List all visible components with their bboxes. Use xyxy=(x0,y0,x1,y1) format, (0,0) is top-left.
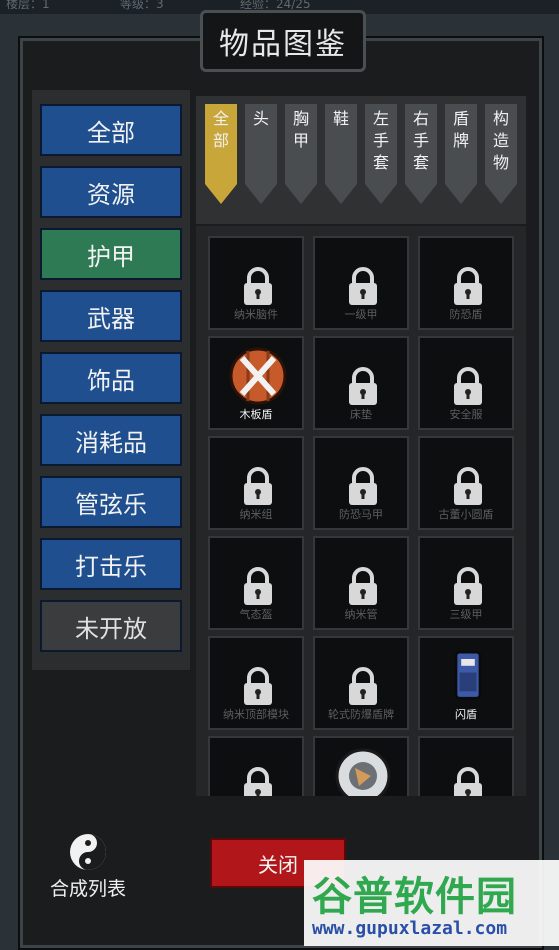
item-name: 床垫 xyxy=(350,408,372,421)
item-cell[interactable]: 三级甲 xyxy=(418,536,514,630)
category-button[interactable]: 未开放 xyxy=(40,600,182,652)
lock-icon xyxy=(240,466,276,506)
watermark-logo: 谷普软件园 www.gupuxlazal.com xyxy=(304,860,559,946)
panel-title: 物品图鉴 xyxy=(219,27,347,62)
slot-tab[interactable]: 左 手 套 xyxy=(365,104,397,204)
item-name: 防恐马甲 xyxy=(339,508,383,521)
item-grid[interactable]: 纳米脑件 一级甲 防恐盾木板盾 床垫 安全服纳米组 防恐马甲 古董小圆盾气态盔 纳米管 三级甲纳… xyxy=(196,226,526,796)
category-button[interactable]: 武器 xyxy=(40,290,182,342)
slot-tab[interactable]: 鞋 xyxy=(325,104,357,204)
category-button[interactable]: 护甲 xyxy=(40,228,182,280)
watermark-title: 谷普软件园 xyxy=(312,874,517,920)
item-cell[interactable]: 纳米脑件 xyxy=(208,236,304,330)
item-cell[interactable]: 闪盾 xyxy=(418,636,514,730)
lock-icon xyxy=(450,766,486,796)
item-name: 纳米顶部模块 xyxy=(223,708,289,721)
category-button[interactable]: 消耗品 xyxy=(40,414,182,466)
item-name: 防恐盾 xyxy=(449,308,483,321)
yin-yang-icon xyxy=(70,834,106,870)
item-cell[interactable]: 防恐盾 xyxy=(418,236,514,330)
category-button[interactable]: 全部 xyxy=(40,104,182,156)
item-name: 一级甲 xyxy=(344,308,378,321)
lock-icon xyxy=(240,266,276,306)
item-cell[interactable] xyxy=(313,736,409,796)
item-cell[interactable]: 木板盾 xyxy=(208,336,304,430)
flash-shield-icon xyxy=(438,646,498,706)
item-cell[interactable]: 纳米管 xyxy=(313,536,409,630)
watermark-url: www.gupuxlazal.com xyxy=(312,918,508,939)
item-cell[interactable]: 床垫 xyxy=(313,336,409,430)
item-cell[interactable]: 轮式防爆盾牌 xyxy=(313,636,409,730)
item-cell[interactable]: 一级甲 xyxy=(313,236,409,330)
item-cell[interactable]: 古董小圆盾 xyxy=(418,436,514,530)
item-cell[interactable]: 防恐马甲 xyxy=(313,436,409,530)
item-name: 闪盾 xyxy=(455,708,477,721)
lock-icon xyxy=(240,666,276,706)
item-cell[interactable]: 气态盔 xyxy=(208,536,304,630)
wooden-shield-icon xyxy=(228,346,288,406)
item-name: 纳米管 xyxy=(344,608,378,621)
lock-icon xyxy=(345,566,381,606)
lock-icon xyxy=(345,466,381,506)
gear-shield-icon xyxy=(333,746,393,796)
category-button[interactable]: 资源 xyxy=(40,166,182,218)
item-cell[interactable]: 纳米顶部模块 xyxy=(208,636,304,730)
item-cell[interactable] xyxy=(208,736,304,796)
lock-icon xyxy=(345,266,381,306)
slot-tab[interactable]: 头 xyxy=(245,104,277,204)
slot-tab[interactable]: 胸 甲 xyxy=(285,104,317,204)
lock-icon xyxy=(240,566,276,606)
lock-icon xyxy=(450,266,486,306)
lock-icon xyxy=(450,466,486,506)
slot-tab[interactable]: 全 部 xyxy=(205,104,237,204)
slot-tab[interactable]: 右 手 套 xyxy=(405,104,437,204)
category-button[interactable]: 管弦乐 xyxy=(40,476,182,528)
lock-icon xyxy=(345,366,381,406)
item-name: 轮式防爆盾牌 xyxy=(328,708,394,721)
item-name: 纳米脑件 xyxy=(234,308,278,321)
lock-icon xyxy=(345,666,381,706)
item-name: 安全服 xyxy=(449,408,483,421)
slot-tab[interactable]: 盾 牌 xyxy=(445,104,477,204)
lock-icon xyxy=(450,566,486,606)
slot-tab[interactable]: 构 造 物 xyxy=(485,104,517,204)
item-cell[interactable]: 安全服 xyxy=(418,336,514,430)
lock-icon xyxy=(240,766,276,796)
level-text: 等级：3 xyxy=(120,0,164,11)
item-name: 三级甲 xyxy=(449,608,483,621)
item-cell[interactable] xyxy=(418,736,514,796)
item-name: 古董小圆盾 xyxy=(438,508,494,521)
synthesis-list-label: 合成列表 xyxy=(49,878,126,900)
floor-text: 楼层：1 xyxy=(6,0,50,11)
panel-title-frame: 物品图鉴 xyxy=(200,10,366,72)
category-button[interactable]: 饰品 xyxy=(40,352,182,404)
item-name: 气态盔 xyxy=(239,608,273,621)
category-button[interactable]: 打击乐 xyxy=(40,538,182,590)
lock-icon xyxy=(450,366,486,406)
item-cell[interactable]: 纳米组 xyxy=(208,436,304,530)
synthesis-list-button[interactable]: 合成列表 xyxy=(38,832,138,902)
exp-text: 经验：24/25 xyxy=(240,0,311,11)
item-name: 木板盾 xyxy=(239,408,273,421)
item-name: 纳米组 xyxy=(239,508,273,521)
